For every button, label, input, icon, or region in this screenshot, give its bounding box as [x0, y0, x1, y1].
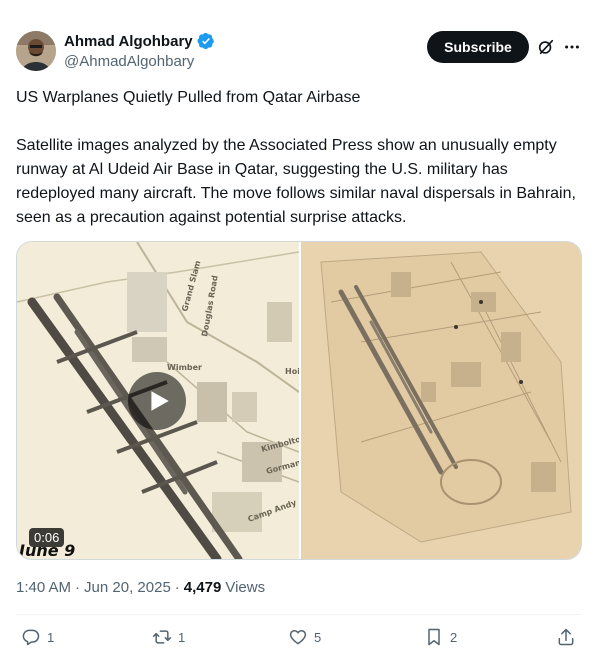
author-name-row[interactable]: Ahmad Algohbary: [64, 32, 215, 50]
avatar[interactable]: [16, 31, 56, 71]
post-headline: US Warplanes Quietly Pulled from Qatar A…: [16, 89, 361, 106]
meta-separator: ·: [75, 579, 81, 596]
share-button[interactable]: [556, 627, 576, 647]
meta-separator: ·: [174, 579, 180, 596]
play-icon: [151, 391, 169, 411]
action-bar: 1 1 5 2: [16, 627, 582, 651]
map-label-wimber: Wimber: [167, 363, 202, 372]
reply-icon: [22, 629, 40, 646]
grok-icon[interactable]: [537, 38, 555, 56]
verified-badge-icon: [197, 32, 214, 50]
author-display-name[interactable]: Ahmad Algohbary: [64, 33, 193, 50]
post-body: Satellite images analyzed by the Associa…: [16, 137, 576, 226]
like-count: 5: [314, 629, 322, 645]
views-count: 4,479: [183, 579, 222, 596]
bookmark-button[interactable]: 2: [424, 627, 457, 647]
share-icon: [558, 628, 574, 646]
reply-count: 1: [47, 629, 55, 645]
repost-count: 1: [178, 629, 186, 645]
like-button[interactable]: 5: [288, 627, 321, 647]
bookmark-icon: [428, 628, 440, 646]
post-meta: 1:40 AM · Jun 20, 2025 · 4,479 Views: [16, 579, 265, 596]
subscribe-button[interactable]: Subscribe: [427, 31, 529, 63]
media-container[interactable]: Grand Slam Douglas Road Wimber Kimbolton…: [16, 241, 582, 560]
satellite-image-wide[interactable]: [301, 242, 582, 559]
avatar-image: [16, 31, 56, 71]
map-label-hoi: Hoi: [285, 367, 299, 376]
reply-button[interactable]: 1: [21, 627, 54, 647]
tweet: Ahmad Algohbary @AhmadAlgohbary Subscrib…: [0, 0, 594, 668]
more-icon[interactable]: [563, 38, 581, 56]
author-handle[interactable]: @AhmadAlgohbary: [64, 53, 194, 70]
video-duration: 0:06: [29, 528, 65, 547]
bookmark-count: 2: [450, 629, 458, 645]
heart-icon: [289, 629, 307, 645]
post-time[interactable]: 1:40 AM: [16, 579, 71, 596]
repost-icon: [152, 630, 172, 644]
post-date[interactable]: Jun 20, 2025: [84, 579, 171, 596]
divider: [16, 614, 582, 615]
play-button[interactable]: [128, 372, 186, 430]
repost-button[interactable]: 1: [152, 627, 185, 647]
views-label: Views: [225, 579, 266, 596]
